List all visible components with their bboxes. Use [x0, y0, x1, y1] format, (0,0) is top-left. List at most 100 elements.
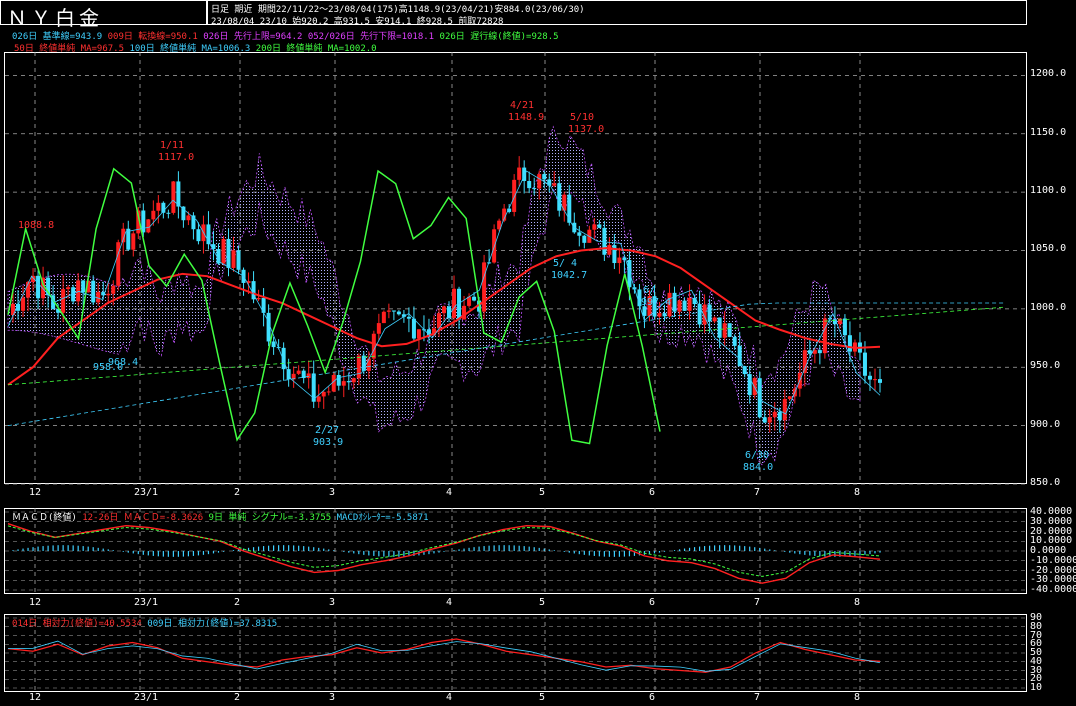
candle-body: [21, 297, 26, 311]
candle-body: [226, 238, 231, 268]
candle-body: [757, 378, 762, 418]
x-tick-label: 6: [649, 487, 656, 498]
candle-body: [66, 287, 71, 290]
x-tick-label: 5: [539, 487, 546, 498]
candle-body: [156, 202, 161, 211]
candle-body: [707, 304, 712, 322]
annotation-date: 6/: [643, 285, 656, 296]
candle-body: [552, 183, 557, 186]
candle-body: [321, 391, 326, 397]
candle-body: [862, 352, 867, 376]
annotation-value: 1137.0: [568, 124, 605, 135]
candle-body: [872, 379, 877, 381]
candle-body: [867, 375, 872, 380]
candle-body: [657, 313, 662, 317]
candle-body: [111, 285, 116, 294]
candle-body: [712, 317, 717, 322]
candle-body: [386, 310, 391, 312]
annotation-date: 5/10: [570, 112, 595, 123]
x-tick-label: 3: [329, 692, 336, 703]
candle-body: [577, 232, 582, 236]
annotation-value: 884.0: [743, 462, 774, 473]
candle-body: [672, 292, 677, 312]
candle-body: [532, 188, 537, 190]
candle-body: [131, 233, 136, 250]
candle-body: [777, 411, 782, 421]
candle-body: [772, 411, 777, 418]
candle-body: [171, 181, 176, 213]
candle-body: [482, 262, 487, 312]
candle-body: [567, 194, 572, 223]
candle-body: [472, 296, 477, 301]
candle-body: [822, 318, 827, 354]
price-tick-label: 950.0: [1030, 360, 1061, 372]
candle-body: [592, 224, 597, 230]
candle-body: [236, 250, 241, 270]
candle-body: [146, 219, 151, 233]
candle-body: [406, 316, 411, 319]
candle-body: [91, 280, 96, 303]
annotation-value: 1042.7: [551, 270, 588, 281]
macd-tick-label: -40.0000: [1030, 584, 1076, 595]
x-tick-label: 8: [854, 487, 861, 498]
annotation-value: 1088.8: [18, 220, 55, 231]
x-tick-label: 23/1: [134, 487, 159, 498]
candle-body: [371, 333, 376, 359]
candle-body: [326, 391, 331, 393]
x-tick-label: 7: [754, 692, 761, 703]
x-tick-label: 4: [446, 597, 453, 608]
candle-body: [842, 318, 847, 336]
candle-body: [76, 280, 81, 302]
candle-body: [817, 350, 822, 354]
x-tick-label: 4: [446, 487, 453, 498]
price-tick-label: 1200.0: [1030, 68, 1067, 80]
candle-body: [281, 347, 286, 370]
annotation-date: 4/21: [510, 100, 535, 111]
candle-body: [416, 329, 421, 339]
x-tick-label: 3: [329, 487, 336, 498]
candle-body: [391, 310, 396, 312]
annotation-value: 1148.9: [508, 112, 545, 123]
candle-body: [271, 341, 276, 348]
x-tick-label: 23/1: [134, 597, 159, 608]
x-tick-label: 2: [234, 692, 241, 703]
x-tick-label: 6: [649, 597, 656, 608]
candle-body: [847, 335, 852, 352]
candle-body: [782, 398, 787, 421]
annotation-date: 2/27: [315, 425, 340, 436]
candle-body: [316, 396, 321, 402]
candle-body: [512, 179, 517, 212]
annotation-value: 997.4: [641, 297, 672, 308]
candle-body: [627, 259, 632, 288]
candle-body: [607, 245, 612, 255]
x-tick-label: 6: [649, 692, 656, 703]
x-tick-label: 2: [234, 597, 241, 608]
x-tick-label: 8: [854, 692, 861, 703]
candle-body: [597, 224, 602, 228]
candle-body: [442, 306, 446, 314]
candle-body: [557, 183, 562, 211]
annotation-value: 1117.0: [158, 152, 195, 163]
candle-body: [462, 305, 467, 320]
candle-body: [336, 374, 341, 386]
candle-body: [767, 417, 772, 423]
candle-body: [732, 336, 737, 346]
annotation-date: 1/11: [160, 140, 185, 151]
x-tick-label: 12: [29, 597, 42, 608]
candle-body: [166, 212, 171, 214]
x-tick-label: 8: [854, 597, 861, 608]
ichimoku-cloud: [7, 125, 861, 466]
candle-body: [186, 215, 191, 221]
candle-body: [807, 350, 812, 354]
candle-body: [662, 313, 667, 317]
candle-body: [411, 318, 416, 339]
annotation-value: 903.9: [313, 437, 344, 448]
candle-body: [717, 317, 722, 338]
x-tick-label: 2: [234, 487, 241, 498]
x-tick-label: 12: [29, 692, 42, 703]
candle-body: [787, 396, 792, 399]
candle-body: [747, 374, 752, 396]
x-tick-label: 23/1: [134, 692, 159, 703]
candle-body: [396, 311, 401, 315]
annotation-date: 6/30: [745, 450, 770, 461]
